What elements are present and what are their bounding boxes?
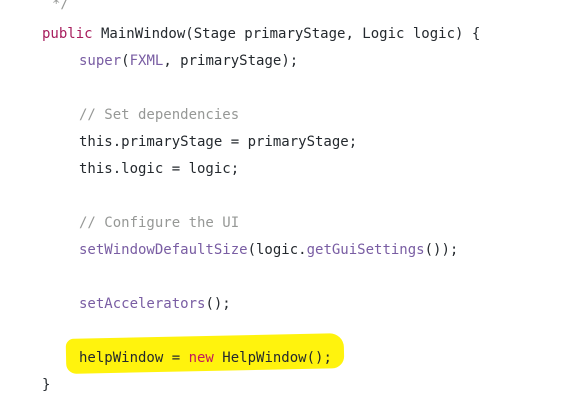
code-token: // Configure the UI (79, 215, 240, 231)
code-token: this.primaryStage = primaryStage; (79, 134, 358, 150)
code-line-comment-close: */ (52, 0, 69, 13)
code-token: helpWindow = (79, 350, 189, 366)
code-line-constructor-signature: public MainWindow(Stage primaryStage, Lo… (42, 25, 480, 43)
code-token: , primaryStage); (163, 53, 299, 69)
code-token: */ (52, 0, 69, 12)
code-token: // Set dependencies (79, 107, 240, 123)
code-token: } (42, 377, 51, 393)
code-token: public (42, 26, 93, 42)
code-line-comment-configure: // Configure the UI (79, 214, 239, 232)
code-token: (logic. (247, 242, 307, 258)
code-line-closing-brace: } (42, 376, 50, 394)
code-line-help-window: helpWindow = new HelpWindow(); (79, 349, 332, 367)
code-token: ( (121, 53, 130, 69)
code-token: super (79, 53, 122, 69)
code-line-assign-logic: this.logic = logic; (79, 160, 239, 178)
code-viewer: */ public MainWindow(Stage primaryStage,… (0, 0, 570, 412)
code-token: FXML (129, 53, 164, 69)
code-line-comment-dependencies: // Set dependencies (79, 106, 239, 124)
code-token: setAccelerators (79, 296, 206, 312)
code-token: new (188, 350, 214, 366)
code-line-set-accelerators: setAccelerators(); (79, 295, 231, 313)
code-token: MainWindow(Stage primaryStage, Logic log… (92, 26, 481, 42)
code-line-set-size: setWindowDefaultSize(logic.getGuiSetting… (79, 241, 458, 259)
code-token: this.logic = logic; (79, 161, 240, 177)
code-token: getGuiSettings (306, 242, 425, 258)
code-line-assign-stage: this.primaryStage = primaryStage; (79, 133, 357, 151)
code-token: HelpWindow(); (213, 350, 332, 366)
code-token: ()); (424, 242, 459, 258)
code-line-super-call: super(FXML, primaryStage); (79, 52, 298, 70)
code-token: setWindowDefaultSize (79, 242, 248, 258)
code-token: (); (205, 296, 231, 312)
